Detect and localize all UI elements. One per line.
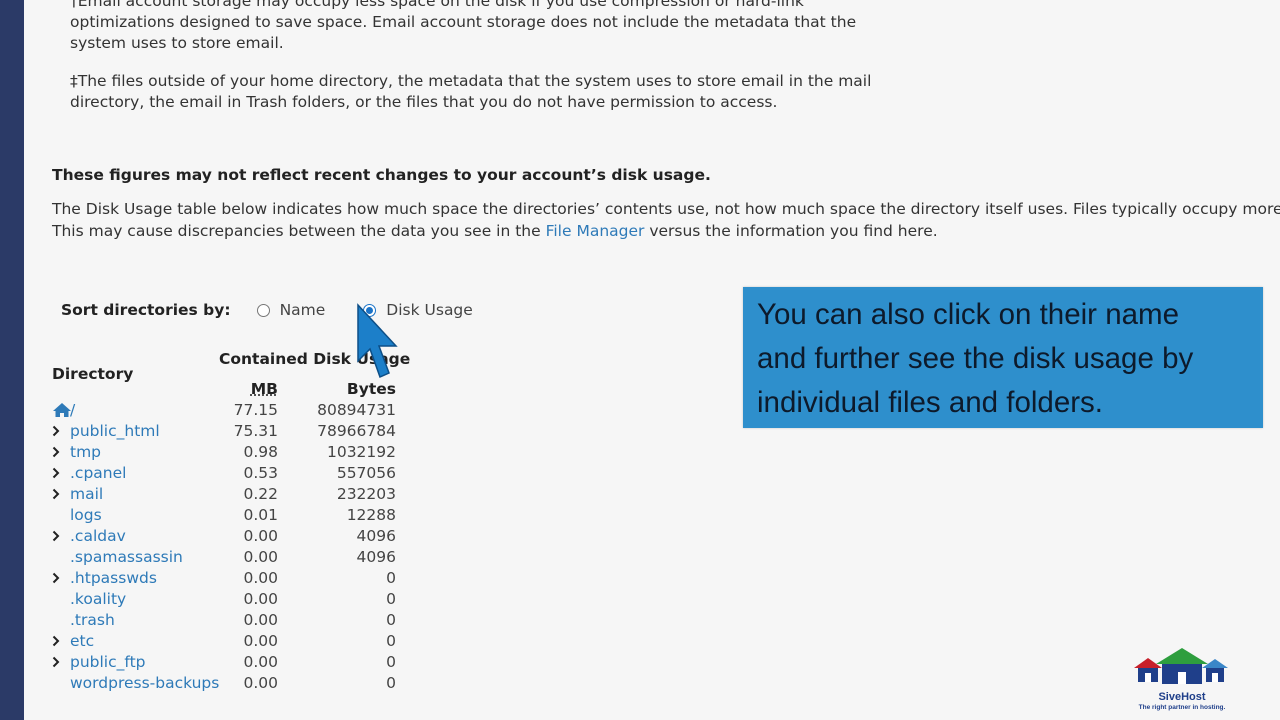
chevron-right-icon[interactable] <box>52 463 64 484</box>
directory-mb: 0.00 <box>243 548 278 566</box>
mouse-pointer-icon <box>357 303 398 379</box>
callout-line-3: individual files and folders. <box>757 386 1104 419</box>
table-row: .cpanel 0.53 557056 <box>52 463 402 484</box>
chevron-right-icon[interactable] <box>52 652 64 673</box>
table-row: mail 0.22 232203 <box>52 484 402 505</box>
root-directory-link[interactable]: / <box>70 400 75 421</box>
directory-bytes: 1032192 <box>326 443 396 461</box>
chevron-right-icon[interactable] <box>52 484 64 505</box>
directory-link[interactable]: .trash <box>70 610 115 631</box>
chevron-right-icon[interactable] <box>52 442 64 463</box>
sort-by-name-option[interactable]: Name <box>256 301 326 319</box>
table-row: .caldav 0.00 4096 <box>52 526 402 547</box>
directory-mb: 0.00 <box>243 653 278 671</box>
table-row: public_html 75.31 78966784 <box>52 421 402 442</box>
table-row: .spamassassin 0.00 4096 <box>52 547 402 568</box>
directory-bytes: 12288 <box>346 506 396 524</box>
directory-bytes: 0 <box>386 590 396 608</box>
directory-link[interactable]: public_html <box>70 421 160 442</box>
callout-line-1: You can also click on their name <box>757 298 1179 331</box>
directory-mb: 0.00 <box>243 590 278 608</box>
table-row: tmp 0.98 1032192 <box>52 442 402 463</box>
tip-callout: You can also click on their name and fur… <box>743 287 1263 428</box>
other-files-note: ‡The files outside of your home director… <box>70 72 872 111</box>
directory-bytes: 557056 <box>336 464 396 482</box>
sort-label: Sort directories by: <box>61 301 231 319</box>
directory-header: Directory <box>52 365 134 383</box>
directory-bytes: 0 <box>386 632 396 650</box>
directory-mb: 0.98 <box>243 443 278 461</box>
logo-tagline: The right partner in hosting. <box>1138 704 1226 711</box>
sort-name-radio[interactable] <box>256 303 270 317</box>
directory-mb: 0.00 <box>243 527 278 545</box>
directory-bytes: 0 <box>386 611 396 629</box>
directory-mb: 75.31 <box>233 422 278 440</box>
sivehost-logo: SiveHost The right partner in hosting. <box>1124 646 1244 716</box>
directory-bytes: 232203 <box>336 485 396 503</box>
chevron-right-icon[interactable] <box>52 421 64 442</box>
description-text-after: versus the information you find here. <box>644 222 938 240</box>
directory-link[interactable]: .caldav <box>70 526 126 547</box>
directory-mb: 0.00 <box>243 611 278 629</box>
chevron-right-icon[interactable] <box>52 631 64 652</box>
home-icon[interactable] <box>52 402 72 418</box>
directory-mb: 0.00 <box>243 632 278 650</box>
email-storage-note: †Email account storage may occupy less s… <box>70 0 857 52</box>
table-row: public_ftp 0.00 0 <box>52 652 402 673</box>
directory-link[interactable]: wordpress-backups <box>70 673 219 694</box>
directory-link[interactable]: .spamassassin <box>70 547 183 568</box>
directory-link[interactable]: .koality <box>70 589 126 610</box>
directory-link[interactable]: mail <box>70 484 103 505</box>
directory-link[interactable]: public_ftp <box>70 652 146 673</box>
disk-usage-warning: These figures may not reflect recent cha… <box>52 166 711 184</box>
table-row: wordpress-backups 0.00 0 <box>52 673 402 694</box>
directory-mb: 0.00 <box>243 674 278 692</box>
directory-bytes: 4096 <box>356 527 396 545</box>
callout-line-2: and further see the disk usage by <box>757 342 1194 375</box>
directory-link[interactable]: etc <box>70 631 94 652</box>
directory-bytes: 78966784 <box>317 422 396 440</box>
table-row: .trash 0.00 0 <box>52 610 402 631</box>
description-line-2: This may cause discrepancies between the… <box>52 220 1280 242</box>
directory-link[interactable]: logs <box>70 505 102 526</box>
directory-link[interactable]: .htpasswds <box>70 568 157 589</box>
mb-column-header[interactable]: MB <box>228 380 278 398</box>
left-edge-bar <box>0 0 24 720</box>
root-bytes: 80894731 <box>317 401 396 419</box>
table-row: etc 0.00 0 <box>52 631 402 652</box>
directory-link[interactable]: tmp <box>70 442 101 463</box>
table-row: logs 0.01 12288 <box>52 505 402 526</box>
houses-logo-icon <box>1134 648 1228 684</box>
directory-bytes: 4096 <box>356 548 396 566</box>
file-manager-link[interactable]: File Manager <box>546 222 645 240</box>
directory-bytes: 0 <box>386 674 396 692</box>
directory-bytes: 0 <box>386 569 396 587</box>
directory-mb: 0.22 <box>243 485 278 503</box>
chevron-right-icon[interactable] <box>52 568 64 589</box>
directory-mb: 0.01 <box>243 506 278 524</box>
disk-usage-description: The Disk Usage table below indicates how… <box>52 198 1280 242</box>
table-row-root: / 77.15 80894731 <box>52 400 402 421</box>
root-mb: 77.15 <box>233 401 278 419</box>
table-row: .koality 0.00 0 <box>52 589 402 610</box>
directory-link[interactable]: .cpanel <box>70 463 126 484</box>
sort-name-label: Name <box>279 301 326 319</box>
table-row: .htpasswds 0.00 0 <box>52 568 402 589</box>
footnotes: †Email account storage may occupy less s… <box>70 0 910 130</box>
description-line-1: The Disk Usage table below indicates how… <box>52 200 1280 218</box>
directory-table: / 77.15 80894731 public_html 75.31 7896678… <box>52 400 402 694</box>
directory-mb: 0.00 <box>243 569 278 587</box>
chevron-right-icon[interactable] <box>52 526 64 547</box>
sort-directories-control: Sort directories by: Name Disk Usage <box>61 297 511 323</box>
directory-bytes: 0 <box>386 653 396 671</box>
logo-name: SiveHost <box>1158 691 1206 703</box>
directory-mb: 0.53 <box>243 464 278 482</box>
description-text-before: This may cause discrepancies between the… <box>52 222 546 240</box>
